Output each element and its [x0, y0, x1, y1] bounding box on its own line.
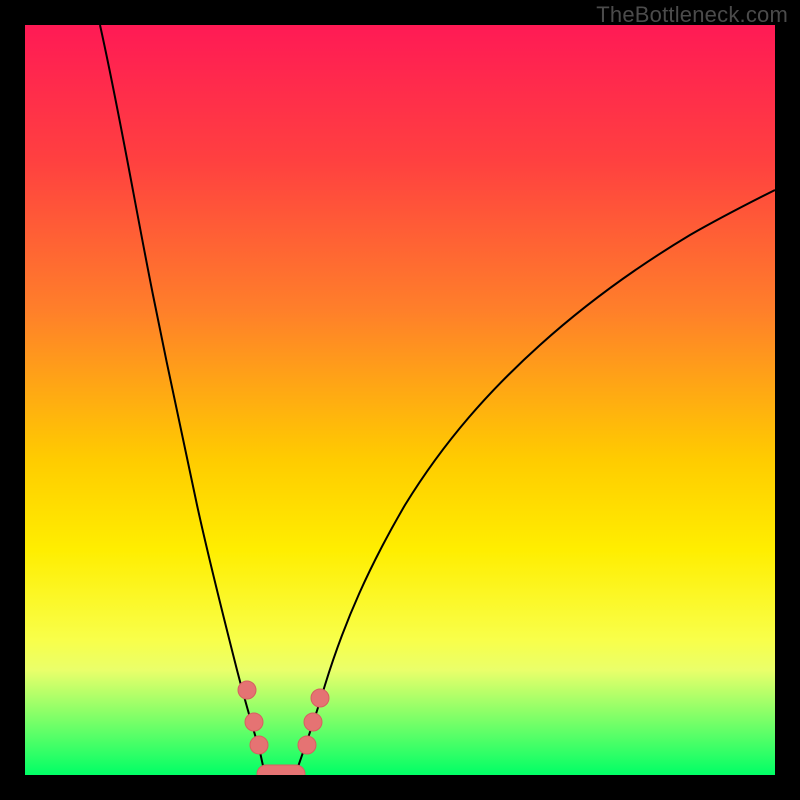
- marker-right-3: [311, 689, 329, 707]
- marker-right-2: [304, 713, 322, 731]
- marker-left-3: [250, 736, 268, 754]
- marker-right-1: [298, 736, 316, 754]
- left-curve: [100, 25, 265, 775]
- markers-group: [238, 681, 329, 775]
- chart-svg: [25, 25, 775, 775]
- right-curve: [295, 190, 775, 775]
- marker-left-1: [238, 681, 256, 699]
- marker-left-2: [245, 713, 263, 731]
- chart-frame: TheBottleneck.com: [0, 0, 800, 800]
- plot-area: [25, 25, 775, 775]
- valley-marker: [257, 765, 305, 775]
